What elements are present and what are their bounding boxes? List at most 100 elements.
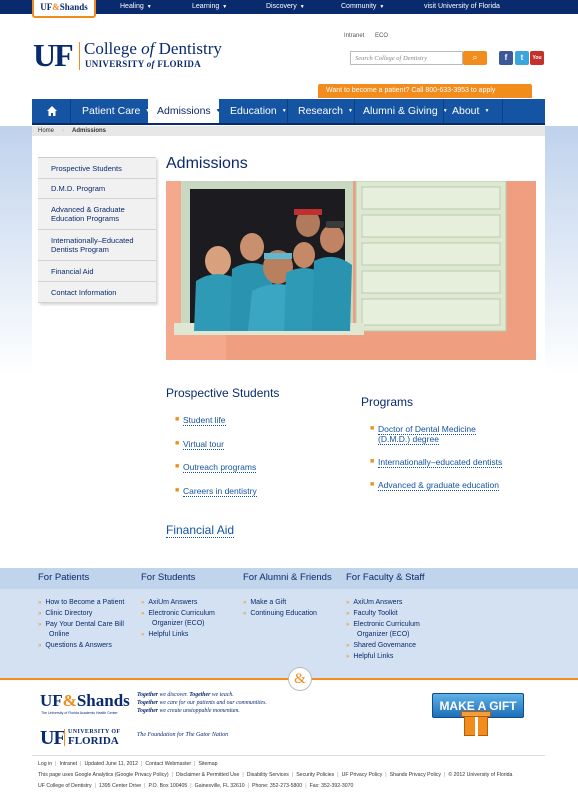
twitter-icon[interactable]: t [515,51,529,65]
footer-link[interactable]: » Continuing Education [243,609,317,619]
footer-link[interactable]: » Pay Your Dental Care Bill Online [38,620,136,640]
nav-about[interactable]: About ▼ [452,99,489,123]
uf-privacy-link[interactable]: UF Privacy Policy [342,772,383,778]
tagline-text: we discover. [158,692,190,698]
tagline-text: we teach. [210,692,234,698]
nav-admissions[interactable]: Admissions ▼ [148,99,221,123]
footer-link[interactable]: » Questions & Answers [38,641,112,651]
footer-link[interactable]: » Electronic Curriculum Organizer (ECO) [141,609,239,629]
disclaimer-link[interactable]: Disclaimer & Permitted Use [176,772,239,778]
breadcrumb-home[interactable]: Home [38,126,54,136]
sitemap-link[interactable]: Sitemap [198,761,217,767]
footer-link-label: AxiUm Answers [148,599,198,606]
nav-patient-care[interactable]: Patient Care▼ [82,99,150,123]
footer-link[interactable]: » Helpful Links [141,630,188,640]
youtube-icon[interactable]: You [530,51,544,65]
chevron-down-icon: ▼ [299,4,305,10]
footer-link[interactable]: » Faculty Toolkit [346,609,398,619]
security-link[interactable]: Security Policies [296,772,334,778]
separator: | [305,783,307,789]
college-title[interactable]: College of Dentistry [84,40,222,58]
footer-link[interactable]: » Make a Gift [243,598,286,608]
footer-link[interactable]: » AxiUm Answers [346,598,402,608]
footer-link[interactable]: » Helpful Links [346,652,393,662]
nav-alumni-giving[interactable]: Alumni & Giving ▼ [363,99,448,123]
footer-link[interactable]: » Electronic Curriculum Organizer (ECO) [346,620,444,640]
nav-label: Research [298,105,343,117]
footer-link-label: Faculty Toolkit [353,610,398,617]
link-advanced-grad[interactable]: ■ Advanced & graduate education [370,480,499,491]
nav-label: Education [230,105,277,117]
footer-row-3: UF College of Dentistry | 1395 Center Driv… [38,783,353,789]
disability-link[interactable]: Disability Services [247,772,289,778]
tagline-text: we care for our patients and our communi… [158,700,267,706]
uf-shands-tab[interactable]: UF&Shands [32,0,96,18]
footer-link[interactable]: » AxiUm Answers [141,598,197,608]
footer-link-label: Questions & Answers [45,642,112,649]
separator: | [190,783,192,789]
sidebar-item-international[interactable]: Internationally–Educated Dentists Progra… [38,230,156,261]
students-in-window-image [166,181,536,360]
footer-heading-patients: For Patients [38,572,90,583]
separator: | [443,772,446,778]
footer-link[interactable]: » How to Become a Patient [38,598,124,608]
chevron-down-icon: ▼ [281,108,287,115]
search-button[interactable]: ⌕ [463,51,487,65]
college-title-part: College [84,39,142,58]
nav-research[interactable]: Research ▼ [298,99,353,123]
gift-lid-icon [461,711,491,717]
search-input[interactable]: Search College of Dentistry [350,51,463,65]
link-intl-dentists[interactable]: ■ Internationally–educated dentists [370,457,503,468]
shands-privacy-link[interactable]: Shands Privacy Policy [390,772,441,778]
tagline-bold: Together [137,692,159,698]
footer-heading-students: For Students [141,572,196,583]
phone: Phone: 352-273-5800 [252,783,303,789]
become-patient-banner[interactable]: Want to become a patient? Call 800-633-3… [318,84,532,98]
separator: | [171,772,173,778]
topnav-healing[interactable]: Healing ▼ [120,0,152,14]
home-icon[interactable] [46,105,58,117]
sidebar-item-dmd[interactable]: D.M.D. Program [38,179,156,199]
facebook-icon[interactable]: f [499,51,513,65]
link-outreach[interactable]: ■ Outreach programs [175,462,257,473]
double-chevron-icon: » [346,611,350,617]
topnav-label: Healing [120,3,144,10]
footer-link[interactable]: » Shared Governance [346,641,416,651]
intranet-link[interactable]: Intranet [344,33,364,39]
breadcrumb-current: Admissions [72,128,107,134]
nav-education[interactable]: Education ▼ [230,99,287,123]
financial-aid-link[interactable]: Financial Aid [166,523,235,538]
login-link[interactable]: Log in [38,761,52,767]
link-careers[interactable]: ■ Careers in dentistry [175,486,257,497]
gator-nation-tagline: The Foundation for The Gator Nation [137,732,229,738]
sidebar-item-prospective[interactable]: Prospective Students [38,158,156,179]
double-chevron-icon: » [346,600,350,606]
sidebar-item-contact[interactable]: Contact Information [38,282,156,303]
sidebar-item-advanced[interactable]: Advanced & Graduate Education Programs [38,199,156,230]
link-student-life[interactable]: ■ Student life [175,415,226,426]
double-chevron-icon: » [38,611,42,617]
eco-link[interactable]: ECO [375,33,388,39]
topnav-learning[interactable]: Learning ▼ [192,0,227,14]
link-dmd[interactable]: ■ Doctor of Dental Medicine (D.M.D.) degr… [370,424,510,445]
topnav-discovery[interactable]: Discovery ▼ [266,0,305,14]
contact-webmaster-link[interactable]: Contact Webmaster [145,761,191,767]
uf-shands-logo[interactable]: UF&Shands [40,691,130,711]
footer-link-label: Shared Governance [353,642,416,649]
make-a-gift-button[interactable]: MAKE A GIFT [427,690,529,742]
sidebar-item-financial-aid[interactable]: Financial Aid [38,261,156,282]
footer-link-label: AxiUm Answers [353,599,403,606]
ampersand-emblem: & [288,667,312,691]
separator: | [242,772,244,778]
uf-florida-logo-mark[interactable]: UF [40,727,66,750]
topnav-visit-uf[interactable]: visit University of Florida [424,0,500,14]
tagline-text: we create unstoppable momentum. [158,708,240,714]
nav-divider [70,99,71,123]
footer-link[interactable]: » Clinic Directory [38,609,92,619]
uf-logo[interactable]: UF [33,39,74,71]
separator: | [141,761,143,767]
intranet-footer-link[interactable]: Intranet [60,761,78,767]
topnav-community[interactable]: Community ▼ [341,0,384,14]
analytics-note[interactable]: This page uses Google Analytics (Google … [38,772,169,778]
link-virtual-tour[interactable]: ■ Virtual tour [175,439,224,450]
